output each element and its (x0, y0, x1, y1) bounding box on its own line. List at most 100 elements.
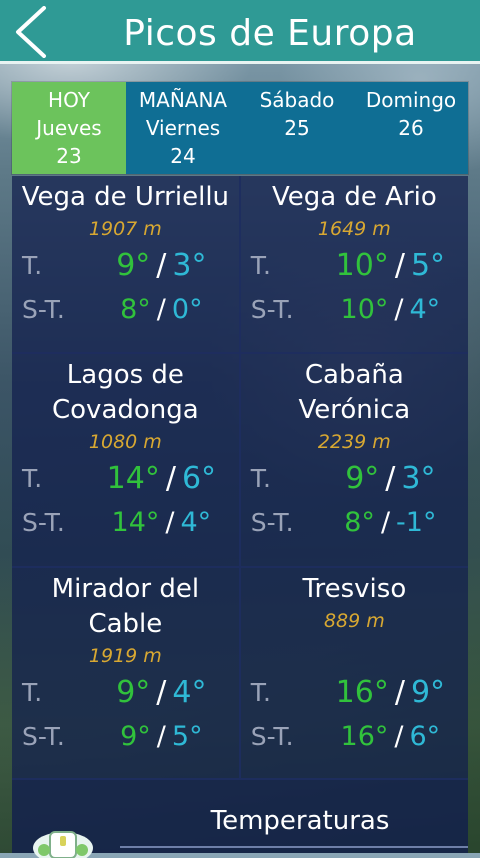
feels-like-label: S-T. (22, 721, 65, 751)
chevron-left-icon (16, 6, 46, 58)
locations-grid: Vega de Urriellu 1907 m T. 9°/3° S-T. 8°… (12, 176, 468, 780)
max-temperature: 9° (345, 460, 380, 496)
max-feels-like: 8° (120, 293, 151, 325)
temperature-values: 9°/4° (84, 675, 239, 710)
feels-like-row: S-T. 14°/4° (12, 500, 239, 544)
location-name: Cabaña Verónica (298, 360, 411, 425)
separator: / (156, 720, 166, 752)
max-feels-like: 16° (340, 720, 389, 752)
feels-like-label: S-T. (22, 507, 65, 537)
min-feels-like: -1° (396, 506, 437, 538)
day-weekday: Jueves (36, 116, 102, 140)
location-name: Vega de Urriellu (21, 182, 230, 212)
max-temperature: 14° (106, 460, 160, 496)
feels-like-label: S-T. (250, 294, 294, 324)
day-date: 23 (56, 144, 82, 168)
day-tabs: HOY Jueves 23 MAÑANA Viernes 24 Sábado 2… (12, 82, 468, 174)
day-weekday: Viernes (145, 116, 221, 140)
section-title: Temperaturas (210, 806, 390, 836)
separator: / (394, 674, 405, 710)
max-temperature: 9° (116, 247, 151, 283)
separator: / (385, 460, 396, 496)
temperature-label: T. (250, 250, 271, 280)
section-divider (120, 846, 468, 848)
min-temperature: 4° (172, 674, 207, 710)
location-altitude: 1919 m (88, 645, 162, 667)
separator: / (156, 293, 166, 325)
feels-like-row: S-T. 9°/5° (12, 714, 239, 758)
temperature-values: 14°/6° (84, 461, 239, 496)
location-altitude: 1080 m (88, 431, 162, 453)
temperature-row: T. 10°/5° (241, 243, 468, 287)
separator: / (165, 460, 176, 496)
separator: / (394, 247, 405, 283)
location-card[interactable]: Vega de Ario 1649 m T. 10°/5° S-T. 10°/4… (240, 176, 468, 354)
mascot-icon (33, 831, 93, 858)
temperature-values: 10°/5° (313, 248, 468, 283)
feels-like-values: 16°/6° (313, 721, 468, 752)
tab-day-2[interactable]: Sábado 25 (240, 82, 354, 174)
feels-like-values: 9°/5° (84, 721, 239, 752)
min-feels-like: 4° (409, 293, 441, 325)
feels-like-row: S-T. 10°/4° (241, 287, 468, 331)
temperature-label: T. (22, 463, 43, 493)
temperature-row: T. 14°/6° (12, 456, 239, 500)
temperature-row: T. 9°/3° (12, 243, 239, 287)
location-name: Tresviso (302, 574, 407, 604)
location-card[interactable]: Tresviso 889 m T. 16°/9° S-T. 16°/6° (240, 568, 468, 780)
location-altitude: 2239 m (317, 431, 391, 453)
min-temperature: 6° (181, 460, 217, 496)
feels-like-label: S-T. (22, 294, 65, 324)
tab-day-0[interactable]: HOY Jueves 23 (12, 82, 126, 174)
location-name: Mirador del Cable (51, 574, 200, 639)
separator: / (156, 674, 167, 710)
feels-like-row: S-T. 16°/6° (241, 714, 468, 758)
temperature-values: 9°/3° (313, 461, 468, 496)
day-top-label: HOY (48, 88, 90, 112)
temperature-label: T. (22, 677, 43, 707)
temperature-row: T. 9°/3° (241, 456, 468, 500)
feels-like-row: S-T. 8° / -1° (241, 500, 468, 544)
feels-like-row: S-T. 8°/0° (12, 287, 239, 331)
separator: / (165, 506, 175, 538)
location-card[interactable]: Lagos de Covadonga 1080 m T. 14°/6° S-T.… (12, 354, 241, 568)
separator: / (394, 720, 404, 752)
feels-like-values: 8°/0° (84, 294, 239, 325)
tab-day-1[interactable]: MAÑANA Viernes 24 (126, 82, 240, 174)
back-button[interactable] (6, 4, 56, 60)
day-weekday: Sábado (259, 88, 335, 112)
separator: / (394, 293, 404, 325)
location-name: Lagos de Covadonga (52, 360, 199, 425)
day-weekday: Domingo (365, 88, 457, 112)
app-header: Picos de Europa (0, 0, 480, 64)
min-feels-like: 0° (171, 293, 203, 325)
location-card[interactable]: Cabaña Verónica 2239 m T. 9°/3° S-T. 8° /… (240, 354, 468, 568)
feels-like-values: 8° / -1° (313, 507, 468, 538)
temperature-row: T. 16°/9° (241, 670, 468, 714)
max-temperature: 9° (116, 674, 151, 710)
feels-like-values: 10°/4° (313, 294, 468, 325)
min-temperature: 3° (172, 247, 207, 283)
temperature-label: T. (250, 463, 271, 493)
day-date: 24 (170, 144, 196, 168)
max-feels-like: 9° (120, 720, 151, 752)
min-temperature: 3° (401, 460, 436, 496)
tab-day-3[interactable]: Domingo 26 (354, 82, 468, 174)
location-altitude: 889 m (323, 610, 385, 632)
page-title: Picos de Europa (123, 12, 417, 54)
min-feels-like: 5° (171, 720, 203, 752)
separator: / (156, 247, 167, 283)
max-temperature: 16° (335, 674, 389, 710)
min-temperature: 5° (410, 247, 446, 283)
day-date: 26 (398, 116, 424, 140)
location-card[interactable]: Mirador del Cable 1919 m T. 9°/4° S-T. 9… (12, 568, 241, 780)
feels-like-label: S-T. (250, 507, 294, 537)
day-top-label: MAÑANA (138, 88, 228, 112)
separator: / (380, 506, 391, 538)
temperature-row: T. 9°/4° (12, 670, 239, 714)
temperature-label: T. (250, 677, 271, 707)
location-card[interactable]: Vega de Urriellu 1907 m T. 9°/3° S-T. 8°… (12, 176, 241, 354)
feels-like-label: S-T. (250, 721, 294, 751)
min-temperature: 9° (410, 674, 446, 710)
temperature-values: 9°/3° (84, 248, 239, 283)
